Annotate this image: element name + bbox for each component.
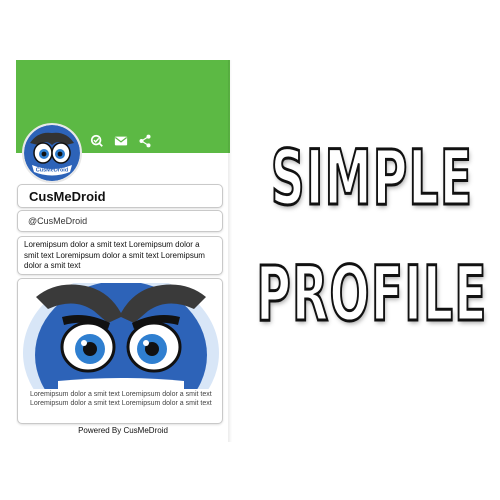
share-icon[interactable] bbox=[138, 134, 152, 148]
mail-icon[interactable] bbox=[114, 134, 128, 148]
handle-card: @CusMeDroid bbox=[17, 210, 223, 232]
mascot-avatar-icon: CusMeDroid bbox=[24, 125, 80, 181]
name-card: CusMeDroid bbox=[17, 184, 223, 208]
profile-screen: CusMeDroid CusMeDroid @CusMeDroid Loremi… bbox=[16, 60, 230, 442]
avatar-badge-text: CusMeDroid bbox=[36, 168, 68, 174]
profile-handle[interactable]: @CusMeDroid bbox=[28, 214, 212, 228]
profile-bio: Loremipsum dolor a smit text Loremipsum … bbox=[24, 240, 205, 270]
header-actions bbox=[90, 134, 152, 150]
qr-scan-icon[interactable] bbox=[90, 134, 104, 148]
avatar[interactable]: CusMeDroid bbox=[22, 123, 82, 183]
title-line-1: SIMPLE bbox=[270, 133, 474, 222]
title-line-2: PROFILE bbox=[255, 249, 488, 338]
footer-credit: Powered By CusMeDroid bbox=[78, 426, 168, 435]
image-caption: Loremipsum dolor a smit text Loremipsum … bbox=[30, 391, 212, 407]
phone-edge-shadow bbox=[228, 60, 232, 442]
profile-name: CusMeDroid bbox=[29, 189, 106, 204]
image-card: Loremipsum dolor a smit text Loremipsum … bbox=[17, 278, 223, 424]
bio-card: Loremipsum dolor a smit text Loremipsum … bbox=[17, 236, 223, 275]
mascot-image bbox=[18, 283, 222, 389]
